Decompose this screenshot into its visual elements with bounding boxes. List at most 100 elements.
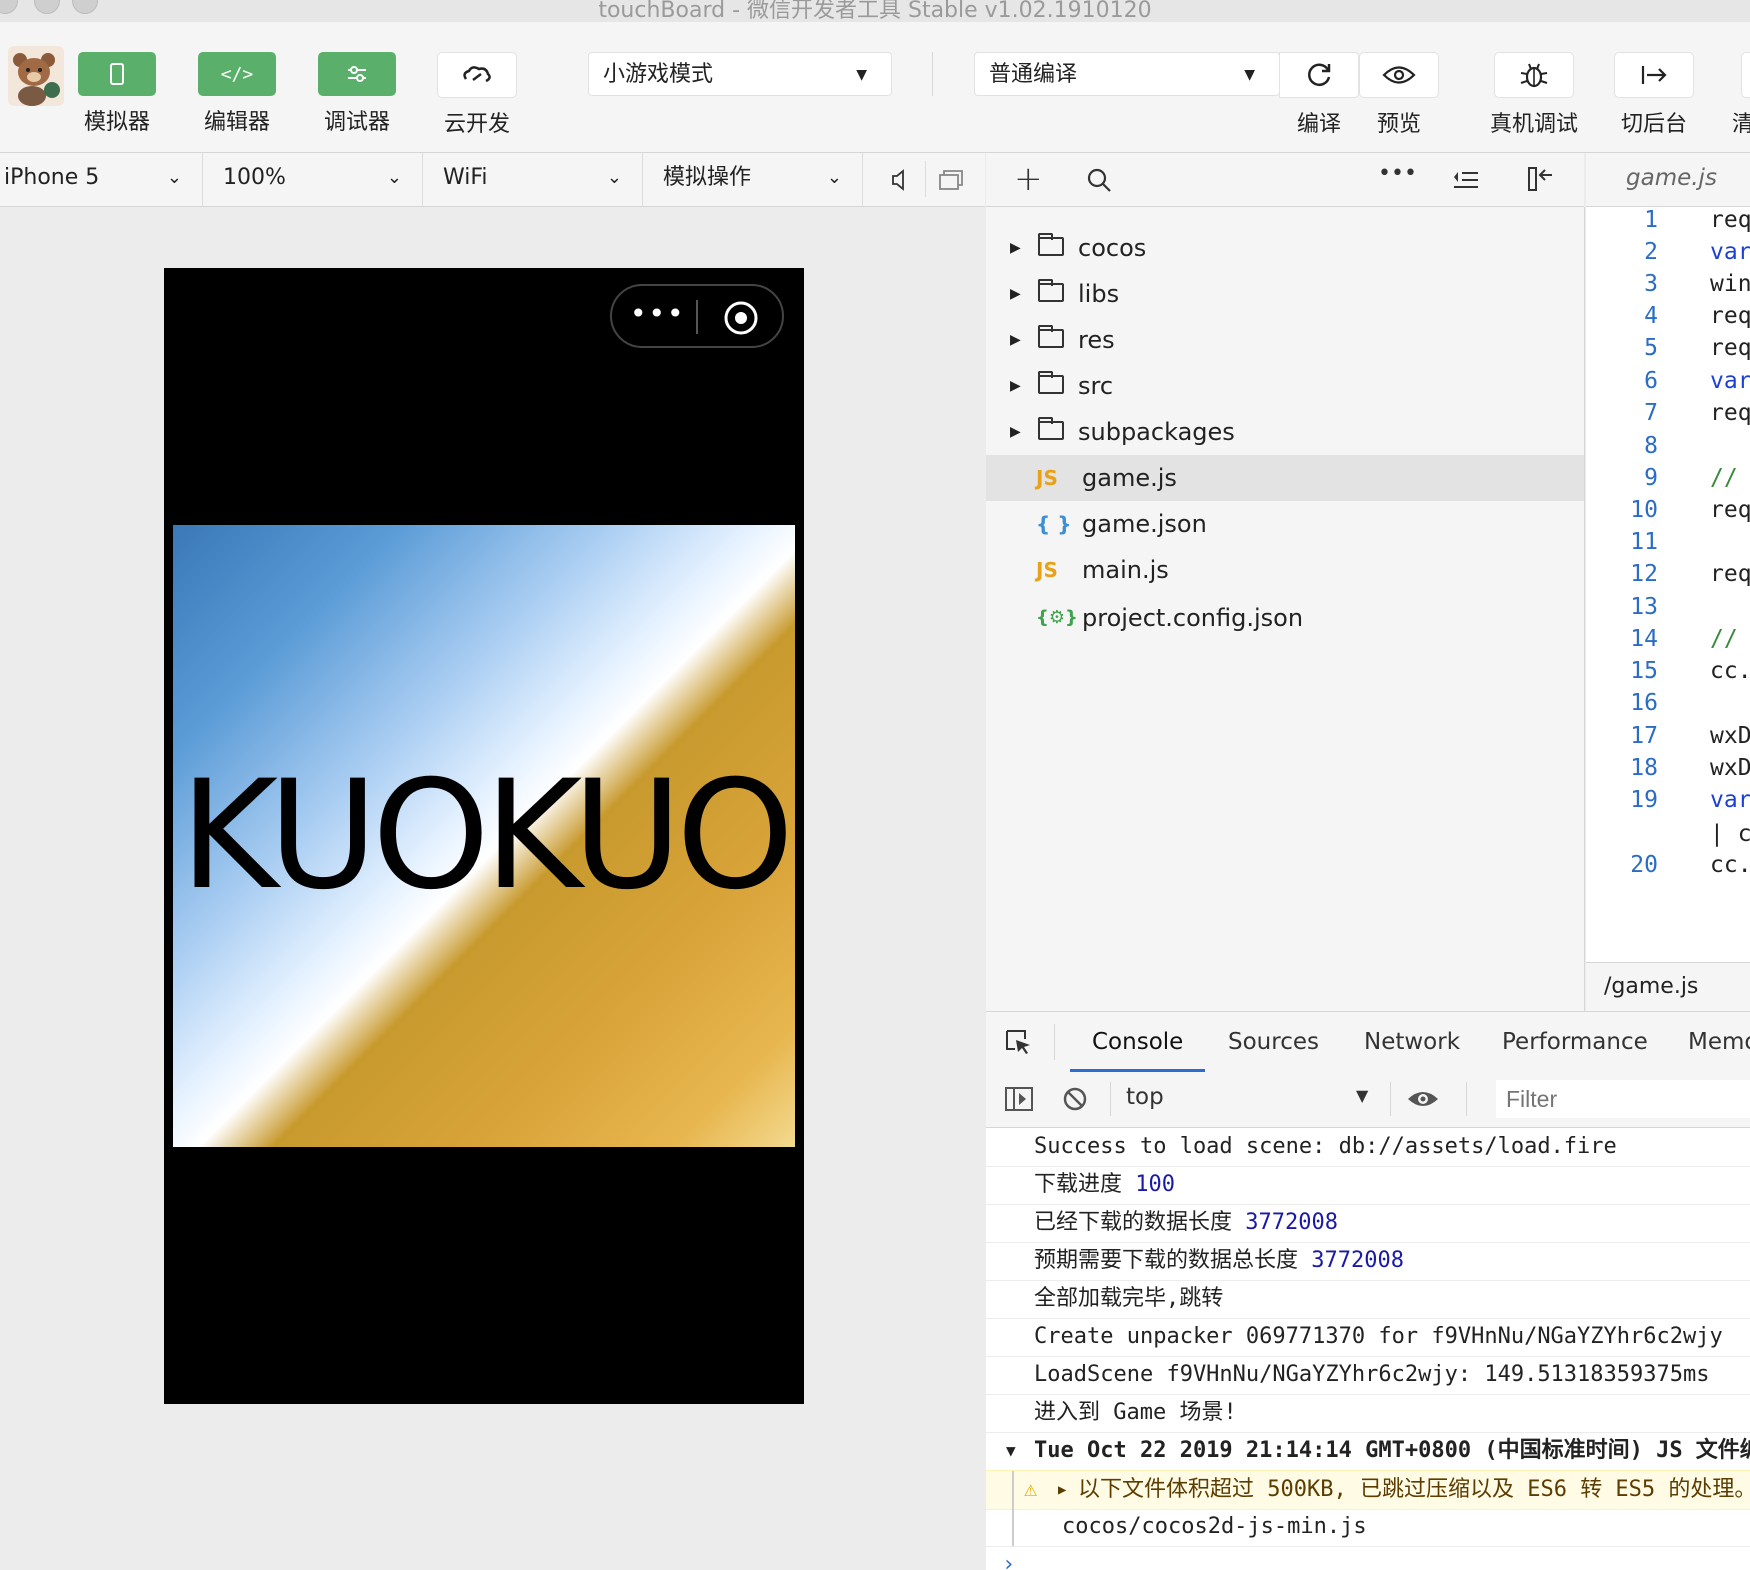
eye-icon	[1382, 66, 1416, 84]
code-line: req	[1710, 303, 1750, 329]
console-line: 进入到 Game 场景!	[986, 1394, 1750, 1433]
tab-sources[interactable]: Sources	[1228, 1012, 1319, 1072]
tree-folder-src[interactable]: ▶ src	[986, 363, 1584, 409]
clear-cache-button[interactable]: 清	[1732, 52, 1750, 138]
line-number: 3	[1644, 271, 1658, 297]
line-number: 20	[1630, 852, 1658, 878]
code-line: var	[1710, 787, 1750, 813]
collapse-lines-icon[interactable]	[1452, 169, 1480, 191]
folder-icon	[1038, 371, 1064, 394]
console-prompt[interactable]: ›	[986, 1546, 1750, 1570]
collapse-panel-icon[interactable]	[1526, 165, 1556, 193]
code-editor[interactable]: 1 req 2 var 3 win 4 req 5 req 6 var 7 req 8 9 // 10 req 11 1…	[1586, 207, 1750, 962]
line-number: 2	[1644, 239, 1658, 265]
console-filter-input[interactable]	[1496, 1080, 1750, 1118]
network-select[interactable]: WiFi ⌄	[423, 153, 643, 206]
line-number: 17	[1630, 723, 1658, 749]
caret-right-icon: ▶	[1058, 1482, 1067, 1498]
more-options-icon[interactable]: •••	[1378, 161, 1417, 186]
tab-performance[interactable]: Performance	[1502, 1012, 1648, 1072]
code-line: req	[1710, 207, 1750, 233]
speaker-icon[interactable]	[890, 169, 908, 191]
device-select[interactable]: iPhone 5 ⌄	[0, 153, 203, 206]
line-number: 19	[1630, 787, 1658, 813]
chevron-down-icon: ⌄	[826, 167, 842, 188]
code-line: win	[1710, 271, 1750, 297]
code-line: | c	[1710, 821, 1750, 847]
more-dots-icon[interactable]: •••	[630, 299, 686, 329]
console-toolbar: top ▼	[986, 1072, 1750, 1128]
code-line: req	[1710, 400, 1750, 426]
close-target-icon[interactable]	[722, 299, 760, 337]
code-icon: </>	[220, 63, 254, 85]
sidebar-toggle-icon[interactable]	[1004, 1086, 1034, 1112]
compile-mode-select[interactable]: 普通编译 ▼	[974, 52, 1280, 96]
editor-button[interactable]: </> 编辑器	[197, 52, 277, 136]
tab-memory[interactable]: Memo	[1688, 1012, 1750, 1072]
chevron-down-icon: ⌄	[386, 167, 402, 188]
tree-folder-res[interactable]: ▶ res	[986, 317, 1584, 363]
line-number: 12	[1630, 561, 1658, 587]
code-line: cc.	[1710, 852, 1750, 878]
tree-folder-subpackages[interactable]: ▶ subpackages	[986, 409, 1584, 455]
console-line: 预期需要下载的数据总长度 3772008	[986, 1242, 1750, 1281]
chevron-down-icon: ⌄	[166, 167, 182, 188]
detach-window-icon[interactable]	[938, 169, 964, 191]
js-file-icon: JS	[1036, 466, 1058, 490]
code-line: wxD	[1710, 723, 1750, 749]
zoom-select[interactable]: 100% ⌄	[203, 153, 423, 206]
search-icon[interactable]	[1086, 167, 1112, 193]
compile-button[interactable]: 编译	[1279, 52, 1359, 138]
caret-down-icon: ▼	[856, 67, 867, 83]
mode-select[interactable]: 小游戏模式 ▼	[588, 52, 892, 96]
folder-icon	[1038, 233, 1064, 256]
config-file-icon: {⚙}	[1036, 607, 1078, 628]
file-tree: ▶ cocos ▶ libs ▶ res ▶ src ▶ subpackages…	[986, 207, 1585, 1011]
window-title-bar: touchBoard - 微信开发者工具 Stable v1.02.191012…	[0, 0, 1750, 22]
line-number: 7	[1644, 400, 1658, 426]
code-line: var	[1710, 368, 1750, 394]
context-select[interactable]: top ▼	[1120, 1072, 1380, 1127]
caret-right-icon: ▶	[1010, 286, 1021, 302]
preview-button[interactable]: 预览	[1359, 52, 1439, 138]
device-toolbar: iPhone 5 ⌄ 100% ⌄ WiFi ⌄ 模拟操作 ⌄	[0, 153, 985, 207]
bug-icon	[1520, 63, 1548, 88]
line-number: 14	[1630, 626, 1658, 652]
editor-tab-game-js[interactable]: game.js	[1626, 165, 1717, 191]
code-line: wxD	[1710, 755, 1750, 781]
line-number: 18	[1630, 755, 1658, 781]
simulator-screen[interactable]: ••• KUOKUO	[164, 268, 804, 1404]
clear-console-icon[interactable]	[1062, 1086, 1088, 1112]
avatar[interactable]	[8, 46, 64, 106]
tree-file-game-json[interactable]: { } game.json	[986, 501, 1584, 547]
caret-right-icon: ▶	[1010, 332, 1021, 348]
remote-debug-button[interactable]: 真机调试	[1484, 52, 1584, 138]
console-line: 已经下载的数据长度 3772008	[986, 1204, 1750, 1243]
inspect-element-icon[interactable]	[1004, 1028, 1032, 1056]
console-warning[interactable]: ⚠ ▶ 以下文件体积超过 500KB, 已跳过压缩以及 ES6 转 ES5 的处…	[986, 1470, 1750, 1510]
live-expression-eye-icon[interactable]	[1406, 1088, 1440, 1110]
tree-file-project-config[interactable]: {⚙} project.config.json	[986, 595, 1584, 641]
tab-network[interactable]: Network	[1364, 1012, 1460, 1072]
debugger-button[interactable]: 调试器	[317, 52, 397, 136]
switch-background-button[interactable]: 切后台	[1614, 52, 1694, 138]
console-line: Success to load scene: db://assets/load.…	[986, 1128, 1750, 1167]
cloud-dev-button[interactable]: 云开发	[437, 52, 517, 138]
folder-icon	[1038, 417, 1064, 440]
line-number: 13	[1630, 594, 1658, 620]
caret-down-icon: ▼	[1356, 1086, 1369, 1105]
tree-folder-libs[interactable]: ▶ libs	[986, 271, 1584, 317]
tree-file-game-js[interactable]: JS game.js	[986, 455, 1584, 501]
console-group-header[interactable]: ▼ Tue Oct 22 2019 21:14:14 GMT+0800 (中国标…	[986, 1432, 1750, 1471]
tree-folder-cocos[interactable]: ▶ cocos	[986, 225, 1584, 271]
bear-avatar-icon	[13, 53, 60, 106]
folder-icon	[1038, 279, 1064, 302]
console-output: Success to load scene: db://assets/load.…	[986, 1128, 1750, 1570]
code-line: var	[1710, 239, 1750, 265]
add-file-icon[interactable]: +	[1014, 159, 1043, 199]
tab-console[interactable]: Console	[1070, 1012, 1206, 1072]
simulate-operation-select[interactable]: 模拟操作 ⌄	[643, 153, 863, 206]
tree-file-main-js[interactable]: JS main.js	[986, 547, 1584, 593]
line-number: 5	[1644, 335, 1658, 361]
simulator-button[interactable]: 模拟器	[77, 52, 157, 136]
